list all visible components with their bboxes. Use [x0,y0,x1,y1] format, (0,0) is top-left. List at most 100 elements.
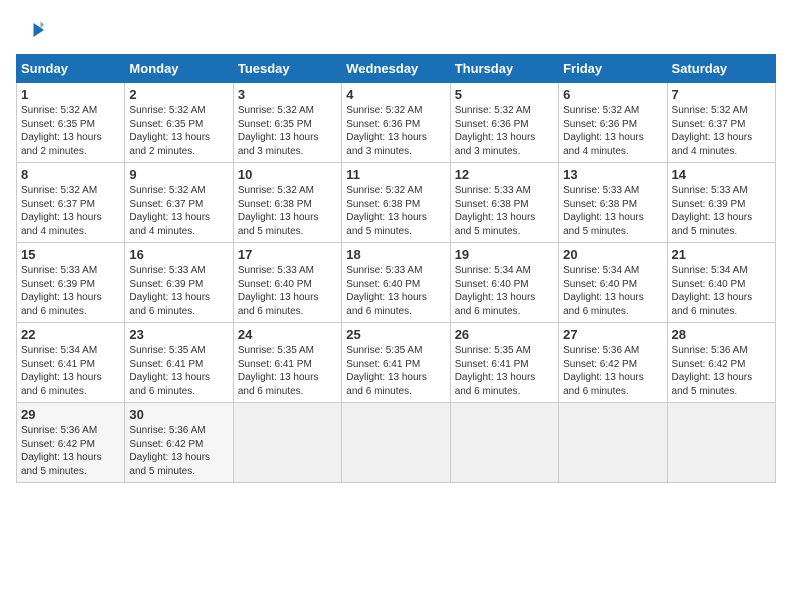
day-of-week-header: Friday [559,55,667,83]
day-info: Sunrise: 5:35 AM Sunset: 6:41 PM Dayligh… [238,344,337,398]
day-info: Sunrise: 5:33 AM Sunset: 6:40 PM Dayligh… [238,264,337,318]
day-number: 7 [672,87,771,102]
day-info: Sunrise: 5:32 AM Sunset: 6:36 PM Dayligh… [455,104,554,158]
calendar-day-cell: 14 Sunrise: 5:33 AM Sunset: 6:39 PM Dayli… [667,163,775,243]
calendar-day-cell: 22 Sunrise: 5:34 AM Sunset: 6:41 PM Dayli… [17,323,125,403]
day-info: Sunrise: 5:35 AM Sunset: 6:41 PM Dayligh… [346,344,445,398]
day-number: 20 [563,247,662,262]
day-number: 12 [455,167,554,182]
calendar-day-cell: 19Sunrise: 5:34 AM Sunset: 6:40 PM Dayli… [450,243,558,323]
day-of-week-header: Wednesday [342,55,450,83]
calendar-day-cell: 20 Sunrise: 5:34 AM Sunset: 6:40 PM Dayli… [559,243,667,323]
day-info: Sunrise: 5:34 AM Sunset: 6:41 PM Dayligh… [21,344,120,398]
day-info: Sunrise: 5:32 AM Sunset: 6:37 PM Dayligh… [129,184,228,238]
calendar-day-cell: 12 Sunrise: 5:33 AM Sunset: 6:38 PM Dayli… [450,163,558,243]
day-info: Sunrise: 5:33 AM Sunset: 6:38 PM Dayligh… [563,184,662,238]
day-number: 4 [346,87,445,102]
calendar-day-cell: 8 Sunrise: 5:32 AM Sunset: 6:37 PM Daylig… [17,163,125,243]
day-number: 25 [346,327,445,342]
day-number: 5 [455,87,554,102]
day-info: Sunrise: 5:32 AM Sunset: 6:38 PM Dayligh… [238,184,337,238]
day-number: 29 [21,407,120,422]
calendar-header-row: SundayMondayTuesdayWednesdayThursdayFrid… [17,55,776,83]
day-info: Sunrise: 5:36 AM Sunset: 6:42 PM Dayligh… [129,424,228,478]
calendar-day-cell: 2 Sunrise: 5:32 AM Sunset: 6:35 PM Daylig… [125,83,233,163]
calendar-week-row: 8 Sunrise: 5:32 AM Sunset: 6:37 PM Daylig… [17,163,776,243]
calendar-day-cell: 26 Sunrise: 5:35 AM Sunset: 6:41 PM Dayli… [450,323,558,403]
day-number: 9 [129,167,228,182]
calendar-day-cell: 27 Sunrise: 5:36 AM Sunset: 6:42 PM Dayli… [559,323,667,403]
day-number: 6 [563,87,662,102]
calendar-day-cell: 9 Sunrise: 5:32 AM Sunset: 6:37 PM Daylig… [125,163,233,243]
logo [16,16,48,44]
calendar-week-row: 15 Sunrise: 5:33 AM Sunset: 6:39 PM Dayli… [17,243,776,323]
day-number: 11 [346,167,445,182]
day-number: 24 [238,327,337,342]
day-number: 14 [672,167,771,182]
day-info: Sunrise: 5:36 AM Sunset: 6:42 PM Dayligh… [563,344,662,398]
calendar-day-cell: 10 Sunrise: 5:32 AM Sunset: 6:38 PM Dayli… [233,163,341,243]
logo-icon [16,16,44,44]
day-number: 30 [129,407,228,422]
day-number: 15 [21,247,120,262]
day-number: 28 [672,327,771,342]
day-number: 21 [672,247,771,262]
calendar-week-row: 1 Sunrise: 5:32 AM Sunset: 6:35 PM Daylig… [17,83,776,163]
day-info: Sunrise: 5:32 AM Sunset: 6:35 PM Dayligh… [129,104,228,158]
calendar-day-cell: 1 Sunrise: 5:32 AM Sunset: 6:35 PM Daylig… [17,83,125,163]
calendar-day-cell [559,403,667,483]
day-of-week-header: Saturday [667,55,775,83]
day-number: 2 [129,87,228,102]
calendar-day-cell: 23 Sunrise: 5:35 AM Sunset: 6:41 PM Dayli… [125,323,233,403]
day-info: Sunrise: 5:34 AM Sunset: 6:40 PM Dayligh… [672,264,771,318]
day-number: 10 [238,167,337,182]
day-info: Sunrise: 5:35 AM Sunset: 6:41 PM Dayligh… [455,344,554,398]
day-number: 19 [455,247,554,262]
calendar-day-cell [667,403,775,483]
day-of-week-header: Tuesday [233,55,341,83]
day-info: Sunrise: 5:32 AM Sunset: 6:36 PM Dayligh… [563,104,662,158]
calendar-day-cell: 6 Sunrise: 5:32 AM Sunset: 6:36 PM Daylig… [559,83,667,163]
day-number: 13 [563,167,662,182]
day-info: Sunrise: 5:34 AM Sunset: 6:40 PM Dayligh… [563,264,662,318]
page-header [16,16,776,44]
calendar-day-cell: 17 Sunrise: 5:33 AM Sunset: 6:40 PM Dayli… [233,243,341,323]
calendar-week-row: 22 Sunrise: 5:34 AM Sunset: 6:41 PM Dayli… [17,323,776,403]
day-info: Sunrise: 5:33 AM Sunset: 6:39 PM Dayligh… [21,264,120,318]
day-of-week-header: Sunday [17,55,125,83]
day-number: 27 [563,327,662,342]
calendar-day-cell: 5 Sunrise: 5:32 AM Sunset: 6:36 PM Daylig… [450,83,558,163]
calendar-day-cell: 4 Sunrise: 5:32 AM Sunset: 6:36 PM Daylig… [342,83,450,163]
calendar-day-cell [233,403,341,483]
calendar-day-cell: 18Sunrise: 5:33 AM Sunset: 6:40 PM Dayli… [342,243,450,323]
calendar-day-cell: 24 Sunrise: 5:35 AM Sunset: 6:41 PM Dayli… [233,323,341,403]
calendar-day-cell [342,403,450,483]
day-info: Sunrise: 5:32 AM Sunset: 6:36 PM Dayligh… [346,104,445,158]
day-number: 23 [129,327,228,342]
day-number: 17 [238,247,337,262]
calendar-day-cell: 15 Sunrise: 5:33 AM Sunset: 6:39 PM Dayli… [17,243,125,323]
calendar-day-cell: 13 Sunrise: 5:33 AM Sunset: 6:38 PM Dayli… [559,163,667,243]
calendar-week-row: 29 Sunrise: 5:36 AM Sunset: 6:42 PM Dayli… [17,403,776,483]
day-info: Sunrise: 5:32 AM Sunset: 6:37 PM Dayligh… [21,184,120,238]
day-info: Sunrise: 5:33 AM Sunset: 6:38 PM Dayligh… [455,184,554,238]
day-info: Sunrise: 5:32 AM Sunset: 6:37 PM Dayligh… [672,104,771,158]
day-info: Sunrise: 5:32 AM Sunset: 6:35 PM Dayligh… [21,104,120,158]
day-number: 22 [21,327,120,342]
calendar-day-cell: 28 Sunrise: 5:36 AM Sunset: 6:42 PM Dayli… [667,323,775,403]
day-number: 8 [21,167,120,182]
day-number: 1 [21,87,120,102]
day-number: 26 [455,327,554,342]
day-info: Sunrise: 5:33 AM Sunset: 6:39 PM Dayligh… [672,184,771,238]
day-number: 18 [346,247,445,262]
calendar-table: SundayMondayTuesdayWednesdayThursdayFrid… [16,54,776,483]
day-of-week-header: Monday [125,55,233,83]
day-info: Sunrise: 5:35 AM Sunset: 6:41 PM Dayligh… [129,344,228,398]
calendar-day-cell: 11 Sunrise: 5:32 AM Sunset: 6:38 PM Dayli… [342,163,450,243]
day-info: Sunrise: 5:36 AM Sunset: 6:42 PM Dayligh… [672,344,771,398]
day-info: Sunrise: 5:32 AM Sunset: 6:38 PM Dayligh… [346,184,445,238]
calendar-day-cell: 29Sunrise: 5:36 AM Sunset: 6:42 PM Dayli… [17,403,125,483]
day-number: 3 [238,87,337,102]
day-info: Sunrise: 5:33 AM Sunset: 6:39 PM Dayligh… [129,264,228,318]
day-info: Sunrise: 5:32 AM Sunset: 6:35 PM Dayligh… [238,104,337,158]
